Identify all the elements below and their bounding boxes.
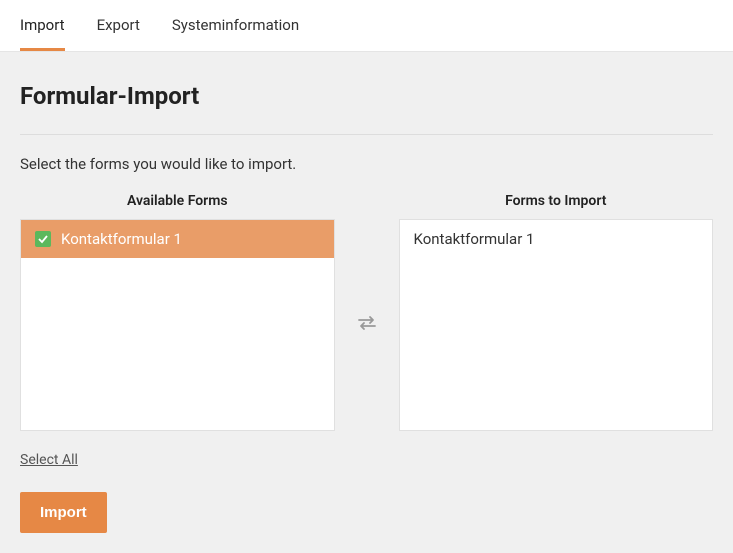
list-item-label: Kontaktformular 1 [61,230,182,248]
content-area: Formular-Import Select the forms you wou… [0,52,733,553]
tab-bar: Import Export Systeminformation [0,0,733,52]
arrows-icon [356,312,378,338]
list-item[interactable]: Kontaktformular 1 [21,220,334,258]
instruction-text: Select the forms you would like to impor… [20,155,713,173]
divider [20,134,713,135]
transfer-columns: Available Forms Kontaktformular 1 Forms … [20,193,713,431]
toimport-listbox[interactable]: Kontaktformular 1 [399,219,714,431]
import-button[interactable]: Import [20,492,107,533]
toimport-column: Forms to Import Kontaktformular 1 [399,193,714,431]
transfer-arrows [335,193,399,431]
available-listbox[interactable]: Kontaktformular 1 [20,219,335,431]
list-item-label: Kontaktformular 1 [414,230,535,248]
available-column: Available Forms Kontaktformular 1 [20,193,335,431]
check-icon [35,231,51,247]
list-item[interactable]: Kontaktformular 1 [400,220,713,258]
toimport-header: Forms to Import [399,193,714,209]
available-header: Available Forms [20,193,335,209]
select-all-link[interactable]: Select All [20,452,78,468]
tab-systeminfo[interactable]: Systeminformation [172,0,299,51]
tab-import[interactable]: Import [20,0,65,51]
tab-export[interactable]: Export [97,0,140,51]
page-title: Formular-Import [20,82,713,110]
